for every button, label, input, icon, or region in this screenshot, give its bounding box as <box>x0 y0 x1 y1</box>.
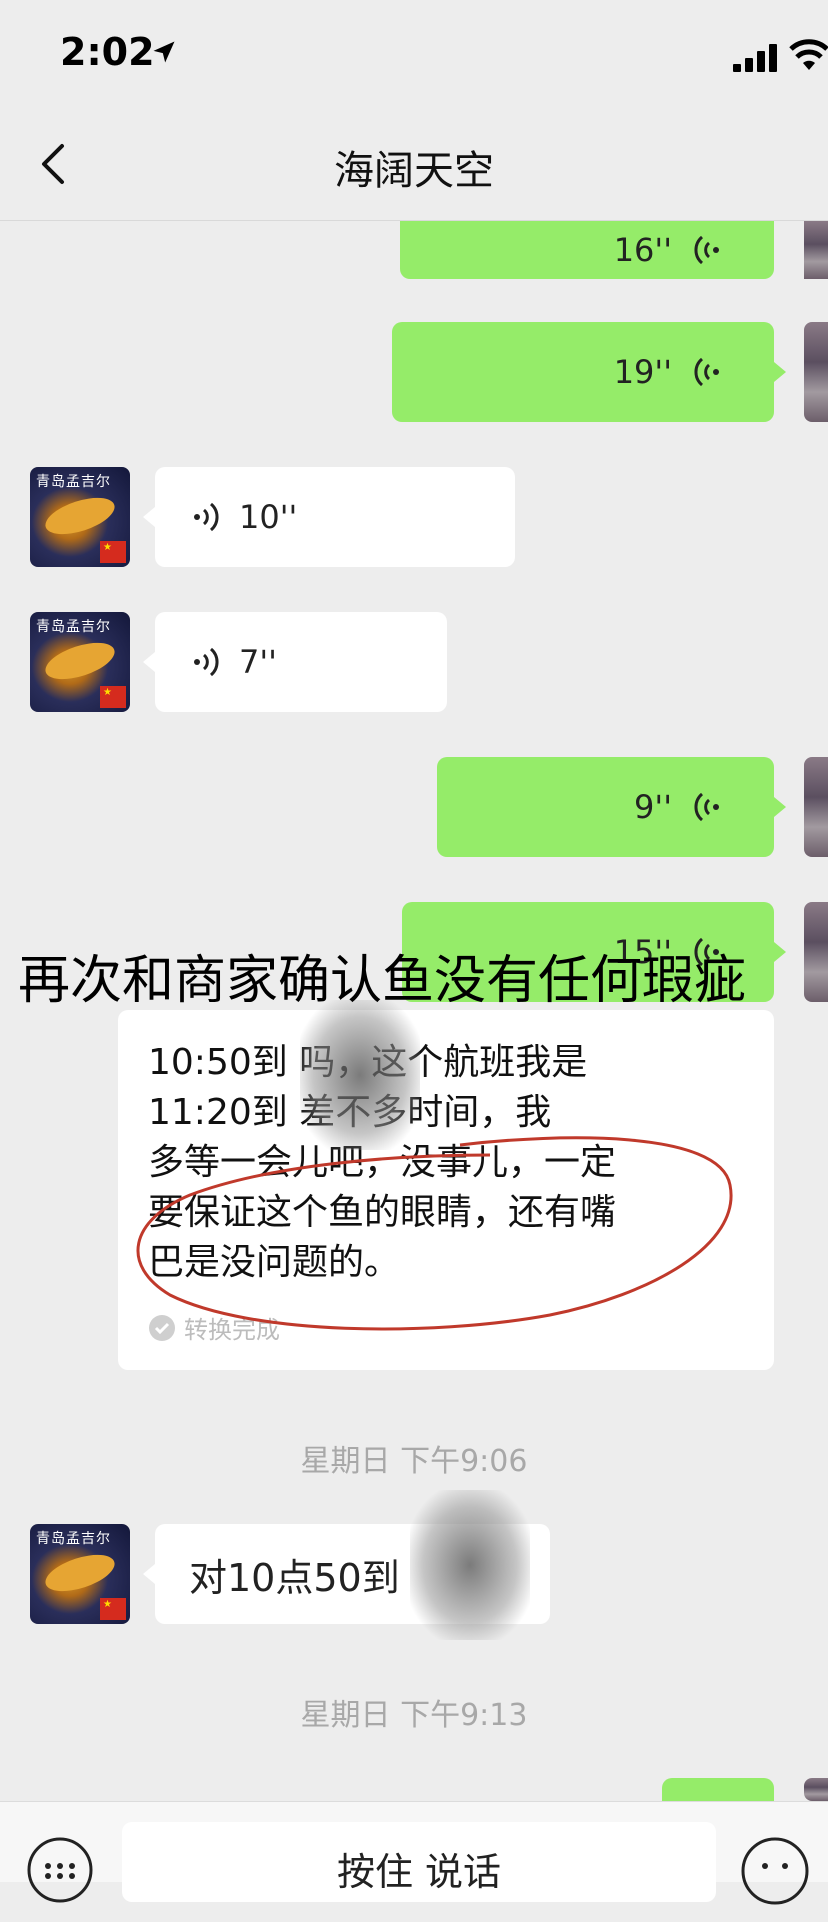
status-time: 2:02 <box>60 30 155 74</box>
cellular-signal-icon <box>733 44 777 72</box>
voice-duration: 9'' <box>634 788 672 826</box>
message-timestamp: 星期日 下午9:06 <box>300 1444 528 1479</box>
voice-playback-icon <box>694 357 719 387</box>
avatar-logo-text: 青岛孟吉尔 <box>36 619 111 635</box>
voice-playback-icon <box>194 502 219 532</box>
voice-duration: 7'' <box>239 643 277 681</box>
redaction-scribble <box>410 1490 530 1640</box>
china-flag-icon: ★ <box>100 1598 126 1620</box>
voice-message-in[interactable]: 7'' <box>155 612 447 712</box>
voice-message-in[interactable]: 10'' <box>155 467 515 567</box>
voice-duration: 16'' <box>613 231 672 269</box>
avatar-logo-text: 青岛孟吉尔 <box>36 474 111 490</box>
chat-title: 海阔天空 <box>334 148 494 194</box>
bubble-tail <box>774 797 786 817</box>
contact-avatar[interactable]: 青岛孟吉尔 ★ <box>30 612 130 712</box>
contact-avatar[interactable]: 青岛孟吉尔 ★ <box>30 467 130 567</box>
china-flag-icon: ★ <box>100 541 126 563</box>
overlay-caption: 再次和商家确认鱼没有任何瑕疵 <box>18 951 747 1011</box>
location-arrow-icon <box>153 41 175 63</box>
voice-duration: 19'' <box>613 353 672 391</box>
china-flag-icon: ★ <box>100 686 126 708</box>
voice-message-out[interactable] <box>662 1778 774 1801</box>
red-circle-annotation <box>136 1136 733 1331</box>
wifi-icon <box>789 39 828 70</box>
voice-playback-icon <box>694 792 719 822</box>
hold-to-talk-button[interactable]: 按住 说话 <box>122 1822 716 1902</box>
bubble-tail <box>143 1564 155 1584</box>
fish-image <box>41 1547 119 1599</box>
voice-message-out[interactable]: 16'' <box>400 221 774 279</box>
avatar-me[interactable] <box>804 221 828 279</box>
bubble-tail <box>143 652 155 672</box>
voice-message-out[interactable]: 9'' <box>437 757 774 857</box>
voice-message-out[interactable]: 19'' <box>392 322 774 422</box>
contact-avatar[interactable]: 青岛孟吉尔 ★ <box>30 1524 130 1624</box>
message-timestamp: 星期日 下午9:13 <box>300 1698 528 1733</box>
transcript-line: 10:50到 吗，这个航班我是 <box>148 1042 588 1083</box>
message-text: 对10点50到 <box>189 1555 400 1600</box>
emoji-icon[interactable] <box>740 1836 810 1906</box>
voice-playback-icon <box>194 647 219 677</box>
bubble-tail <box>774 362 786 382</box>
fish-image <box>41 490 119 542</box>
avatar-me[interactable] <box>804 757 828 857</box>
voice-keyboard-toggle-icon[interactable] <box>26 1836 94 1904</box>
avatar-me[interactable] <box>804 1778 828 1801</box>
voice-playback-icon <box>694 235 719 265</box>
voice-duration: 10'' <box>239 498 298 536</box>
avatar-logo-text: 青岛孟吉尔 <box>36 1531 111 1547</box>
bubble-tail <box>143 507 155 527</box>
avatar-me[interactable] <box>804 322 828 422</box>
fish-image <box>41 635 119 687</box>
